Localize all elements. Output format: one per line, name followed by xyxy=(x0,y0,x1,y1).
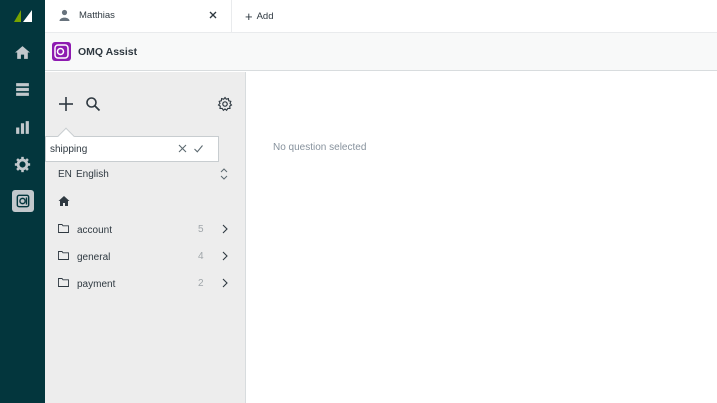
search-popover xyxy=(45,127,219,162)
global-nav-rail xyxy=(0,0,45,403)
search-icon[interactable] xyxy=(85,96,101,112)
settings-gear-icon[interactable] xyxy=(217,96,233,112)
chevron-right-icon[interactable] xyxy=(221,278,229,288)
nav-admin[interactable] xyxy=(0,149,45,179)
folder-name: general xyxy=(77,252,111,263)
reporting-icon xyxy=(16,120,29,134)
gear-icon xyxy=(14,156,31,172)
add-tab-label: Add xyxy=(256,10,274,22)
tab-bar: Matthias + Add xyxy=(45,0,717,33)
folder-icon xyxy=(58,251,69,260)
language-selector[interactable]: EN English xyxy=(58,168,233,185)
chevron-right-icon[interactable] xyxy=(221,251,229,261)
search-input[interactable] xyxy=(50,141,170,158)
tab-label: Matthias xyxy=(79,10,115,21)
folder-item-payment[interactable]: payment 2 xyxy=(58,277,233,295)
empty-state-text: No question selected xyxy=(273,142,367,153)
folder-icon xyxy=(58,278,69,287)
active-app-highlight xyxy=(11,190,34,212)
app-title: OMQ Assist xyxy=(78,46,138,58)
nav-omq-app[interactable] xyxy=(0,186,45,216)
zendesk-logo-icon[interactable] xyxy=(12,8,34,24)
omq-logo-icon xyxy=(52,42,71,61)
app-header: OMQ Assist xyxy=(45,33,717,71)
home-folder-icon[interactable] xyxy=(58,195,70,207)
user-icon xyxy=(59,9,70,21)
close-icon[interactable] xyxy=(207,9,219,21)
nav-home[interactable] xyxy=(0,37,45,67)
language-name: English xyxy=(76,169,109,180)
question-sidebar: EN English account 5 general 4 payme xyxy=(45,72,246,403)
folder-count: 2 xyxy=(198,278,204,289)
language-code: EN xyxy=(58,169,72,180)
folder-count: 5 xyxy=(198,224,204,235)
nav-views[interactable] xyxy=(0,74,45,104)
confirm-search-icon[interactable] xyxy=(193,143,204,154)
clear-search-icon[interactable] xyxy=(177,143,188,154)
plus-icon: + xyxy=(245,8,253,24)
add-tab-button[interactable]: + Add xyxy=(245,8,274,24)
folder-name: payment xyxy=(77,279,116,290)
chevron-right-icon[interactable] xyxy=(221,224,229,234)
folder-count: 4 xyxy=(198,251,204,262)
folder-icon xyxy=(58,224,69,233)
folder-item-general[interactable]: general 4 xyxy=(58,250,233,268)
chevron-up-down-icon xyxy=(220,168,228,180)
add-question-button[interactable] xyxy=(58,96,74,112)
folder-name: account xyxy=(77,225,113,236)
home-icon xyxy=(15,45,30,59)
views-icon xyxy=(16,82,29,96)
folder-item-account[interactable]: account 5 xyxy=(58,223,233,241)
omq-app-icon xyxy=(16,194,29,208)
tab-user[interactable]: Matthias xyxy=(45,0,232,33)
nav-reporting[interactable] xyxy=(0,112,45,142)
